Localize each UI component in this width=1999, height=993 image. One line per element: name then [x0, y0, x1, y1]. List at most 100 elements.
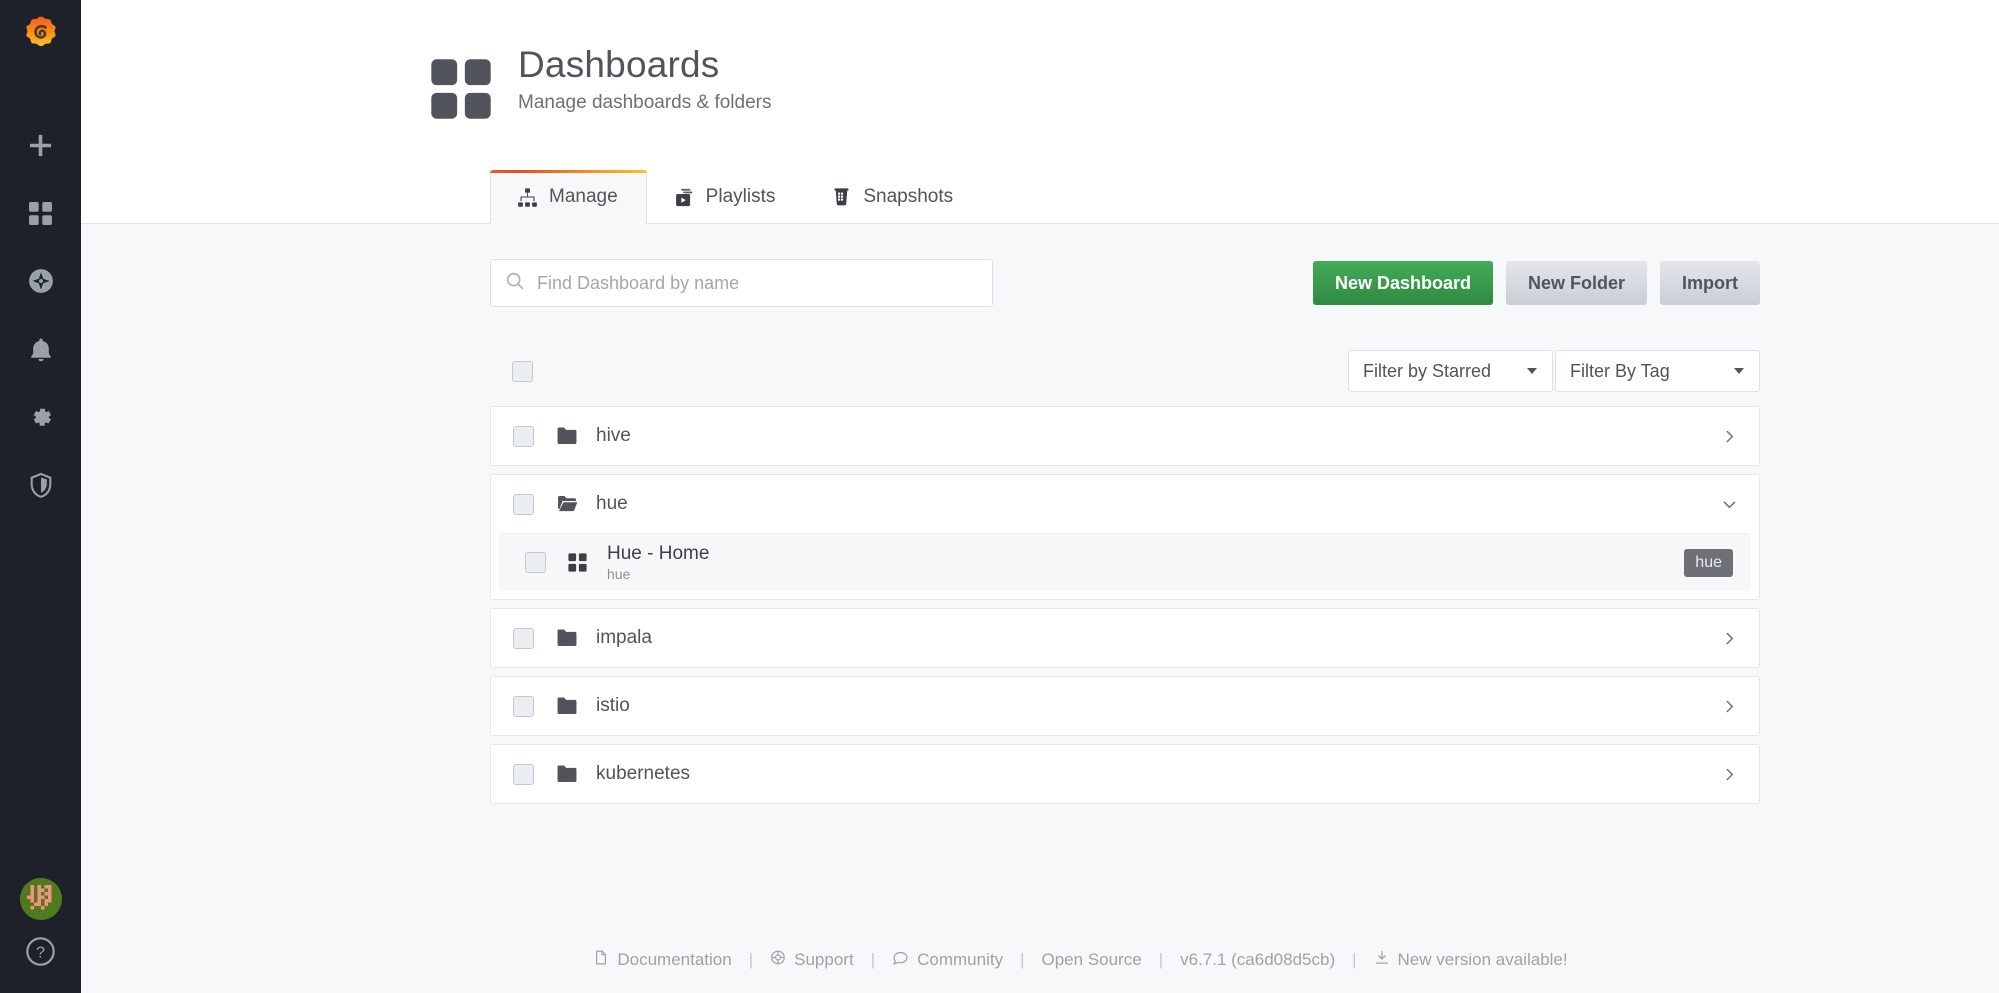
- folder-title: kubernetes: [596, 763, 691, 784]
- grafana-logo-icon[interactable]: [19, 14, 63, 63]
- folder-title: hue: [596, 493, 628, 514]
- folder-title: impala: [596, 627, 652, 648]
- folder-card: hue Hue - Home hue hue: [490, 474, 1760, 600]
- filter-selects: Filter by Starred Filter By Tag: [1348, 350, 1760, 392]
- action-buttons: New Dashboard New Folder Import: [1312, 261, 1760, 305]
- footer-community-link[interactable]: Community: [892, 949, 1003, 971]
- dashboard-checkbox[interactable]: [525, 552, 546, 573]
- filter-row: Filter by Starred Filter By Tag: [490, 350, 1760, 392]
- page-footer: Documentation | Support | Community | Op…: [162, 949, 1999, 971]
- search-input[interactable]: [537, 272, 978, 294]
- search-icon: [505, 271, 525, 296]
- footer-new-version-link[interactable]: New version available!: [1374, 949, 1568, 971]
- footer-documentation-label: Documentation: [617, 950, 732, 969]
- comment-icon: [892, 949, 909, 971]
- chevron-right-icon[interactable]: [1722, 631, 1737, 646]
- folder-row-hive[interactable]: hive: [491, 407, 1759, 465]
- tab-playlists-label: Playlists: [705, 186, 776, 207]
- grafana-app: ? Dashboards Manage dashboards & folders…: [0, 0, 1999, 993]
- folder-checkbox[interactable]: [513, 425, 534, 447]
- footer-open-source-link[interactable]: Open Source: [1042, 950, 1142, 970]
- main-sidebar: ?: [0, 0, 81, 993]
- new-dashboard-button[interactable]: New Dashboard: [1312, 261, 1493, 305]
- sidebar-item-create[interactable]: [0, 115, 81, 175]
- footer-version: v6.7.1 (ca6d08d5cb): [1180, 950, 1336, 969]
- filter-by-starred-label: Filter by Starred: [1363, 360, 1492, 381]
- filter-by-tag-select[interactable]: Filter By Tag: [1555, 350, 1760, 392]
- folder-row-kubernetes[interactable]: kubernetes: [491, 745, 1759, 803]
- dashboard-title: Hue - Home: [607, 542, 710, 564]
- search-box[interactable]: [490, 259, 993, 307]
- dashboard-folder-name: hue: [607, 566, 631, 583]
- page-header: Dashboards Manage dashboards & folders M…: [81, 0, 1999, 224]
- new-folder-button[interactable]: New Folder: [1505, 261, 1647, 305]
- download-icon: [1374, 949, 1390, 971]
- chevron-down-icon: [1527, 368, 1537, 374]
- avatar[interactable]: [19, 878, 62, 920]
- folder-closed-icon: [556, 696, 582, 716]
- chevron-right-icon[interactable]: [1722, 699, 1737, 714]
- filter-by-tag-label: Filter By Tag: [1570, 360, 1670, 381]
- folder-checkbox[interactable]: [513, 695, 534, 717]
- folder-card: impala: [490, 608, 1760, 668]
- sidebar-item-alerting[interactable]: [0, 319, 81, 379]
- footer-separator: |: [1158, 950, 1164, 969]
- folder-closed-icon: [556, 628, 582, 648]
- chevron-right-icon[interactable]: [1722, 767, 1737, 782]
- sitemap-icon: [517, 187, 538, 208]
- footer-support-label: Support: [794, 950, 854, 969]
- folder-checkbox[interactable]: [513, 763, 534, 785]
- footer-open-source-label: Open Source: [1041, 950, 1142, 969]
- sidebar-item-explore[interactable]: [0, 251, 81, 311]
- select-all-wrapper: [512, 360, 533, 382]
- page-title: Dashboards: [518, 44, 720, 85]
- footer-separator: |: [748, 950, 754, 969]
- folder-row-hue[interactable]: hue: [491, 475, 1759, 533]
- sidebar-item-dashboards[interactable]: [0, 183, 81, 243]
- main-area: Dashboards Manage dashboards & folders M…: [81, 0, 1999, 993]
- tab-manage-label: Manage: [549, 186, 618, 207]
- footer-community-label: Community: [917, 950, 1004, 969]
- sidebar-nav: [0, 115, 81, 515]
- sidebar-bottom-group: ?: [0, 878, 81, 993]
- chevron-down-icon[interactable]: [1722, 497, 1737, 512]
- filter-by-starred-select[interactable]: Filter by Starred: [1348, 350, 1553, 392]
- snapshot-camera-icon: [831, 187, 852, 208]
- sidebar-item-server-admin[interactable]: [0, 455, 81, 515]
- playlist-icon: [674, 187, 695, 208]
- footer-separator: |: [870, 950, 876, 969]
- dashboard-row-hue-home[interactable]: Hue - Home hue hue: [499, 533, 1751, 591]
- lifebuoy-icon: [770, 949, 786, 971]
- help-button[interactable]: ?: [0, 936, 81, 967]
- tab-snapshots-label: Snapshots: [863, 186, 954, 207]
- tab-bar: Manage Playlists Snapshots: [490, 169, 982, 224]
- page-content: New Dashboard New Folder Import Filter b…: [81, 224, 1999, 993]
- select-all-checkbox[interactable]: [512, 360, 533, 382]
- tab-manage[interactable]: Manage: [490, 170, 647, 224]
- dashboard-list: hive hue Hue - Home hue hue impala istio…: [490, 406, 1760, 804]
- dashboard-tag[interactable]: hue: [1684, 548, 1733, 577]
- folder-checkbox[interactable]: [513, 493, 534, 515]
- chevron-right-icon[interactable]: [1722, 429, 1737, 444]
- dashboard-grid-icon: [567, 552, 593, 573]
- folder-card: kubernetes: [490, 744, 1760, 804]
- folder-row-impala[interactable]: impala: [491, 609, 1759, 667]
- folder-closed-icon: [556, 426, 582, 446]
- document-icon: [593, 949, 609, 971]
- svg-text:?: ?: [36, 943, 45, 961]
- footer-documentation-link[interactable]: Documentation: [593, 949, 732, 971]
- import-button[interactable]: Import: [1660, 261, 1760, 305]
- folder-row-istio[interactable]: istio: [491, 677, 1759, 735]
- footer-separator: |: [1020, 950, 1025, 969]
- dashboards-grid-icon: [428, 56, 494, 127]
- tab-snapshots[interactable]: Snapshots: [804, 169, 982, 223]
- folder-open-icon: [556, 494, 582, 514]
- footer-new-version-label: New version available!: [1397, 950, 1568, 969]
- folder-title: hive: [596, 425, 631, 446]
- footer-separator: |: [1352, 950, 1357, 969]
- folder-checkbox[interactable]: [513, 627, 534, 649]
- sidebar-item-configuration[interactable]: [0, 387, 81, 447]
- tab-playlists[interactable]: Playlists: [647, 169, 805, 223]
- footer-support-link[interactable]: Support: [770, 949, 854, 971]
- toolbar: New Dashboard New Folder Import: [490, 259, 1760, 307]
